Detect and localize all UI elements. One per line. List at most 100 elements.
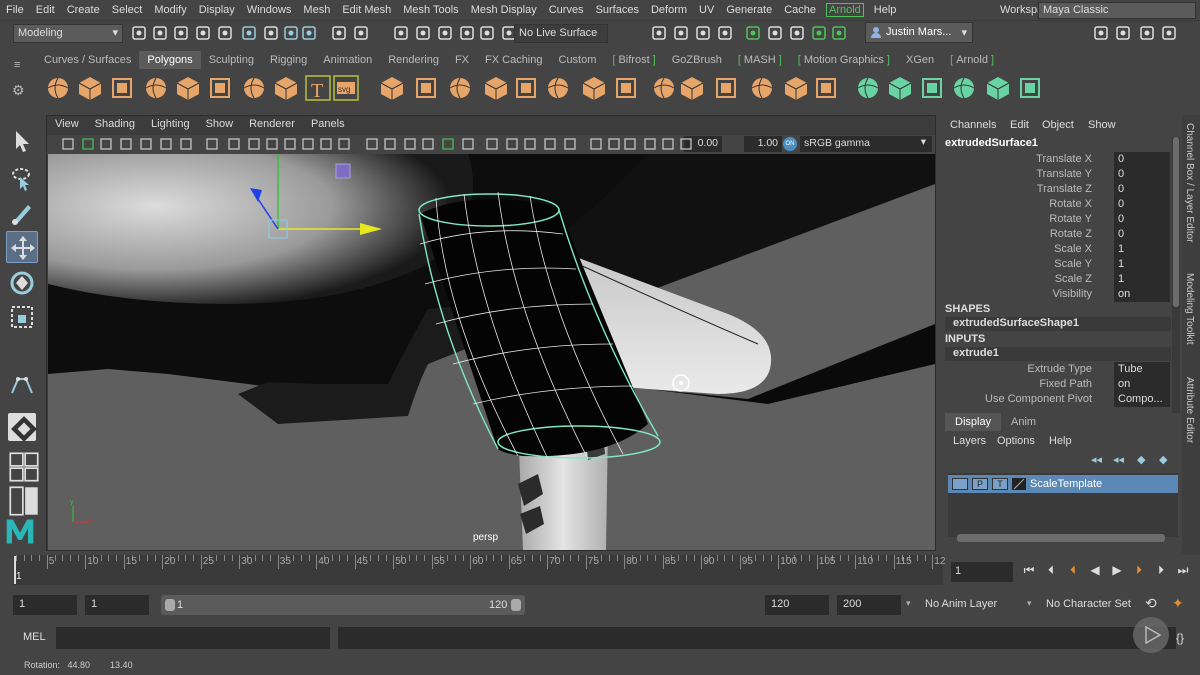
input-channel-row[interactable]: Fixed Path on: [938, 377, 1174, 392]
poly-sphere-icon[interactable]: [44, 74, 72, 102]
type-tool-icon[interactable]: T: [304, 74, 332, 102]
tab-curves-surfaces[interactable]: Curves / Surfaces: [36, 51, 139, 69]
poly-cylinder-icon[interactable]: [108, 74, 136, 102]
uv-layout-icon[interactable]: [1016, 74, 1044, 102]
menu-deform[interactable]: Deform: [645, 4, 693, 16]
tab-fx-caching[interactable]: FX Caching: [477, 51, 550, 69]
menu-edit[interactable]: Edit: [30, 4, 61, 16]
status-tool-icon[interactable]: [788, 24, 806, 42]
status-tool-icon[interactable]: [672, 24, 690, 42]
step-back-key-button[interactable]: ⏴: [1064, 563, 1082, 581]
paint-select-tool-icon[interactable]: [6, 197, 38, 229]
last-tool-icon[interactable]: [6, 369, 38, 401]
tab-sculpting[interactable]: Sculpting: [201, 51, 262, 69]
channel-value[interactable]: 0: [1114, 167, 1170, 182]
scale-tool-icon[interactable]: [6, 301, 38, 333]
viewport-tool-icon[interactable]: [61, 137, 75, 151]
offset-edgeloop-icon[interactable]: [782, 74, 810, 102]
move-tool-icon[interactable]: [6, 231, 38, 263]
poly-cube-icon[interactable]: [76, 74, 104, 102]
viewport-tool-icon[interactable]: [461, 137, 475, 151]
combine-icon[interactable]: [378, 74, 406, 102]
uv-spherical-icon[interactable]: [918, 74, 946, 102]
menu-create[interactable]: Create: [61, 4, 106, 16]
status-tool-icon[interactable]: [151, 24, 169, 42]
channel-value[interactable]: on: [1114, 377, 1170, 392]
svg-tool-icon[interactable]: svg: [332, 74, 360, 102]
channel-row[interactable]: Visibility on: [938, 287, 1174, 302]
channel-value[interactable]: 0: [1114, 197, 1170, 212]
status-tool-icon[interactable]: [392, 24, 410, 42]
tab-rigging[interactable]: Rigging: [262, 51, 315, 69]
menu-windows[interactable]: Windows: [241, 4, 298, 16]
view-transform-select[interactable]: sRGB gamma: [800, 136, 932, 152]
tab-attribute-editor[interactable]: Attribute Editor: [1184, 377, 1195, 443]
vp-menu-renderer[interactable]: Renderer: [241, 118, 303, 134]
insert-edgeloop-icon[interactable]: [748, 74, 776, 102]
status-tool-icon[interactable]: [216, 24, 234, 42]
smooth-icon[interactable]: [482, 74, 510, 102]
viewport-tool-icon[interactable]: [607, 137, 621, 151]
channel-row[interactable]: Scale Z 1: [938, 272, 1174, 287]
input-channel-row[interactable]: Use Component Pivot Compo...: [938, 392, 1174, 407]
chevron-down-icon[interactable]: ▾: [906, 598, 911, 609]
range-slider[interactable]: 1 120: [161, 595, 525, 615]
viewport-tool-icon[interactable]: [179, 137, 193, 151]
script-editor-icon[interactable]: {}: [1176, 631, 1184, 645]
channel-value[interactable]: 0: [1114, 182, 1170, 197]
tab-xgen[interactable]: XGen: [898, 51, 942, 69]
anim-layer-select[interactable]: No Anim Layer: [921, 595, 1021, 615]
status-tool-icon[interactable]: [716, 24, 734, 42]
step-forward-frame-button[interactable]: ⏵: [1152, 563, 1170, 581]
tab-custom[interactable]: Custom: [551, 51, 605, 69]
tab-animation[interactable]: Animation: [315, 51, 380, 69]
viewport-tool-icon[interactable]: [159, 137, 173, 151]
animation-prefs-icon[interactable]: ✦: [1172, 595, 1184, 612]
uv-planar-icon[interactable]: [854, 74, 882, 102]
step-back-frame-button[interactable]: ⏴: [1042, 563, 1060, 581]
tab-arnold[interactable]: Arnold: [942, 51, 1002, 69]
help-menu[interactable]: Help: [1049, 435, 1072, 447]
channel-value[interactable]: 0: [1114, 212, 1170, 227]
channel-row[interactable]: Translate X 0: [938, 152, 1174, 167]
status-tool-icon[interactable]: [194, 24, 212, 42]
uv-automatic-icon[interactable]: [950, 74, 978, 102]
two-pane-layout-icon[interactable]: [8, 485, 38, 516]
tab-gozbrush[interactable]: GoZBrush: [664, 51, 730, 69]
four-pane-layout-icon[interactable]: [8, 451, 39, 482]
target-weld-icon[interactable]: [812, 74, 840, 102]
boolean-icon[interactable]: [512, 74, 540, 102]
menu-select[interactable]: Select: [106, 4, 149, 16]
viewport-tool-icon[interactable]: [403, 137, 417, 151]
channel-row[interactable]: Scale X 1: [938, 242, 1174, 257]
viewport-tool-icon[interactable]: [589, 137, 603, 151]
playback-start-field[interactable]: 1: [85, 595, 149, 615]
input-node[interactable]: extrude1: [945, 347, 1171, 361]
channel-value[interactable]: 1: [1114, 257, 1170, 272]
viewport-tool-icon[interactable]: [505, 137, 519, 151]
time-slider[interactable]: 5 10 15 20 25 30 35 40 45 50 55 60 65 70 75 80 85 90 95 100…: [13, 555, 945, 585]
tab-fx[interactable]: FX: [447, 51, 477, 69]
menu-file[interactable]: File: [0, 4, 30, 16]
new-layer-icon[interactable]: ◆: [1137, 453, 1145, 466]
multi-cut-icon[interactable]: [580, 74, 608, 102]
play-backwards-button[interactable]: ◀: [1086, 563, 1104, 581]
status-tool-icon[interactable]: [330, 24, 348, 42]
status-tool-icon[interactable]: [300, 24, 318, 42]
character-set-select[interactable]: No Character Set: [1042, 595, 1140, 615]
viewport-tool-icon[interactable]: [319, 137, 333, 151]
viewport-tool-icon[interactable]: [543, 137, 557, 151]
status-tool-icon[interactable]: [766, 24, 784, 42]
cb-menu-edit[interactable]: Edit: [1010, 119, 1029, 131]
viewport-tool-icon[interactable]: [247, 137, 261, 151]
move-layer-up-icon[interactable]: ◂◂: [1091, 453, 1102, 466]
status-tool-icon[interactable]: [1114, 24, 1132, 42]
fill-hole-icon[interactable]: [712, 74, 740, 102]
tab-modeling-toolkit[interactable]: Modeling Toolkit: [1184, 273, 1195, 345]
channel-row[interactable]: Rotate Z 0: [938, 227, 1174, 242]
shelf-menu-icon[interactable]: ≡: [14, 59, 20, 71]
channel-row[interactable]: Rotate Y 0: [938, 212, 1174, 227]
status-tool-icon[interactable]: [650, 24, 668, 42]
viewport-tool-icon[interactable]: [337, 137, 351, 151]
status-tool-icon[interactable]: [744, 24, 762, 42]
